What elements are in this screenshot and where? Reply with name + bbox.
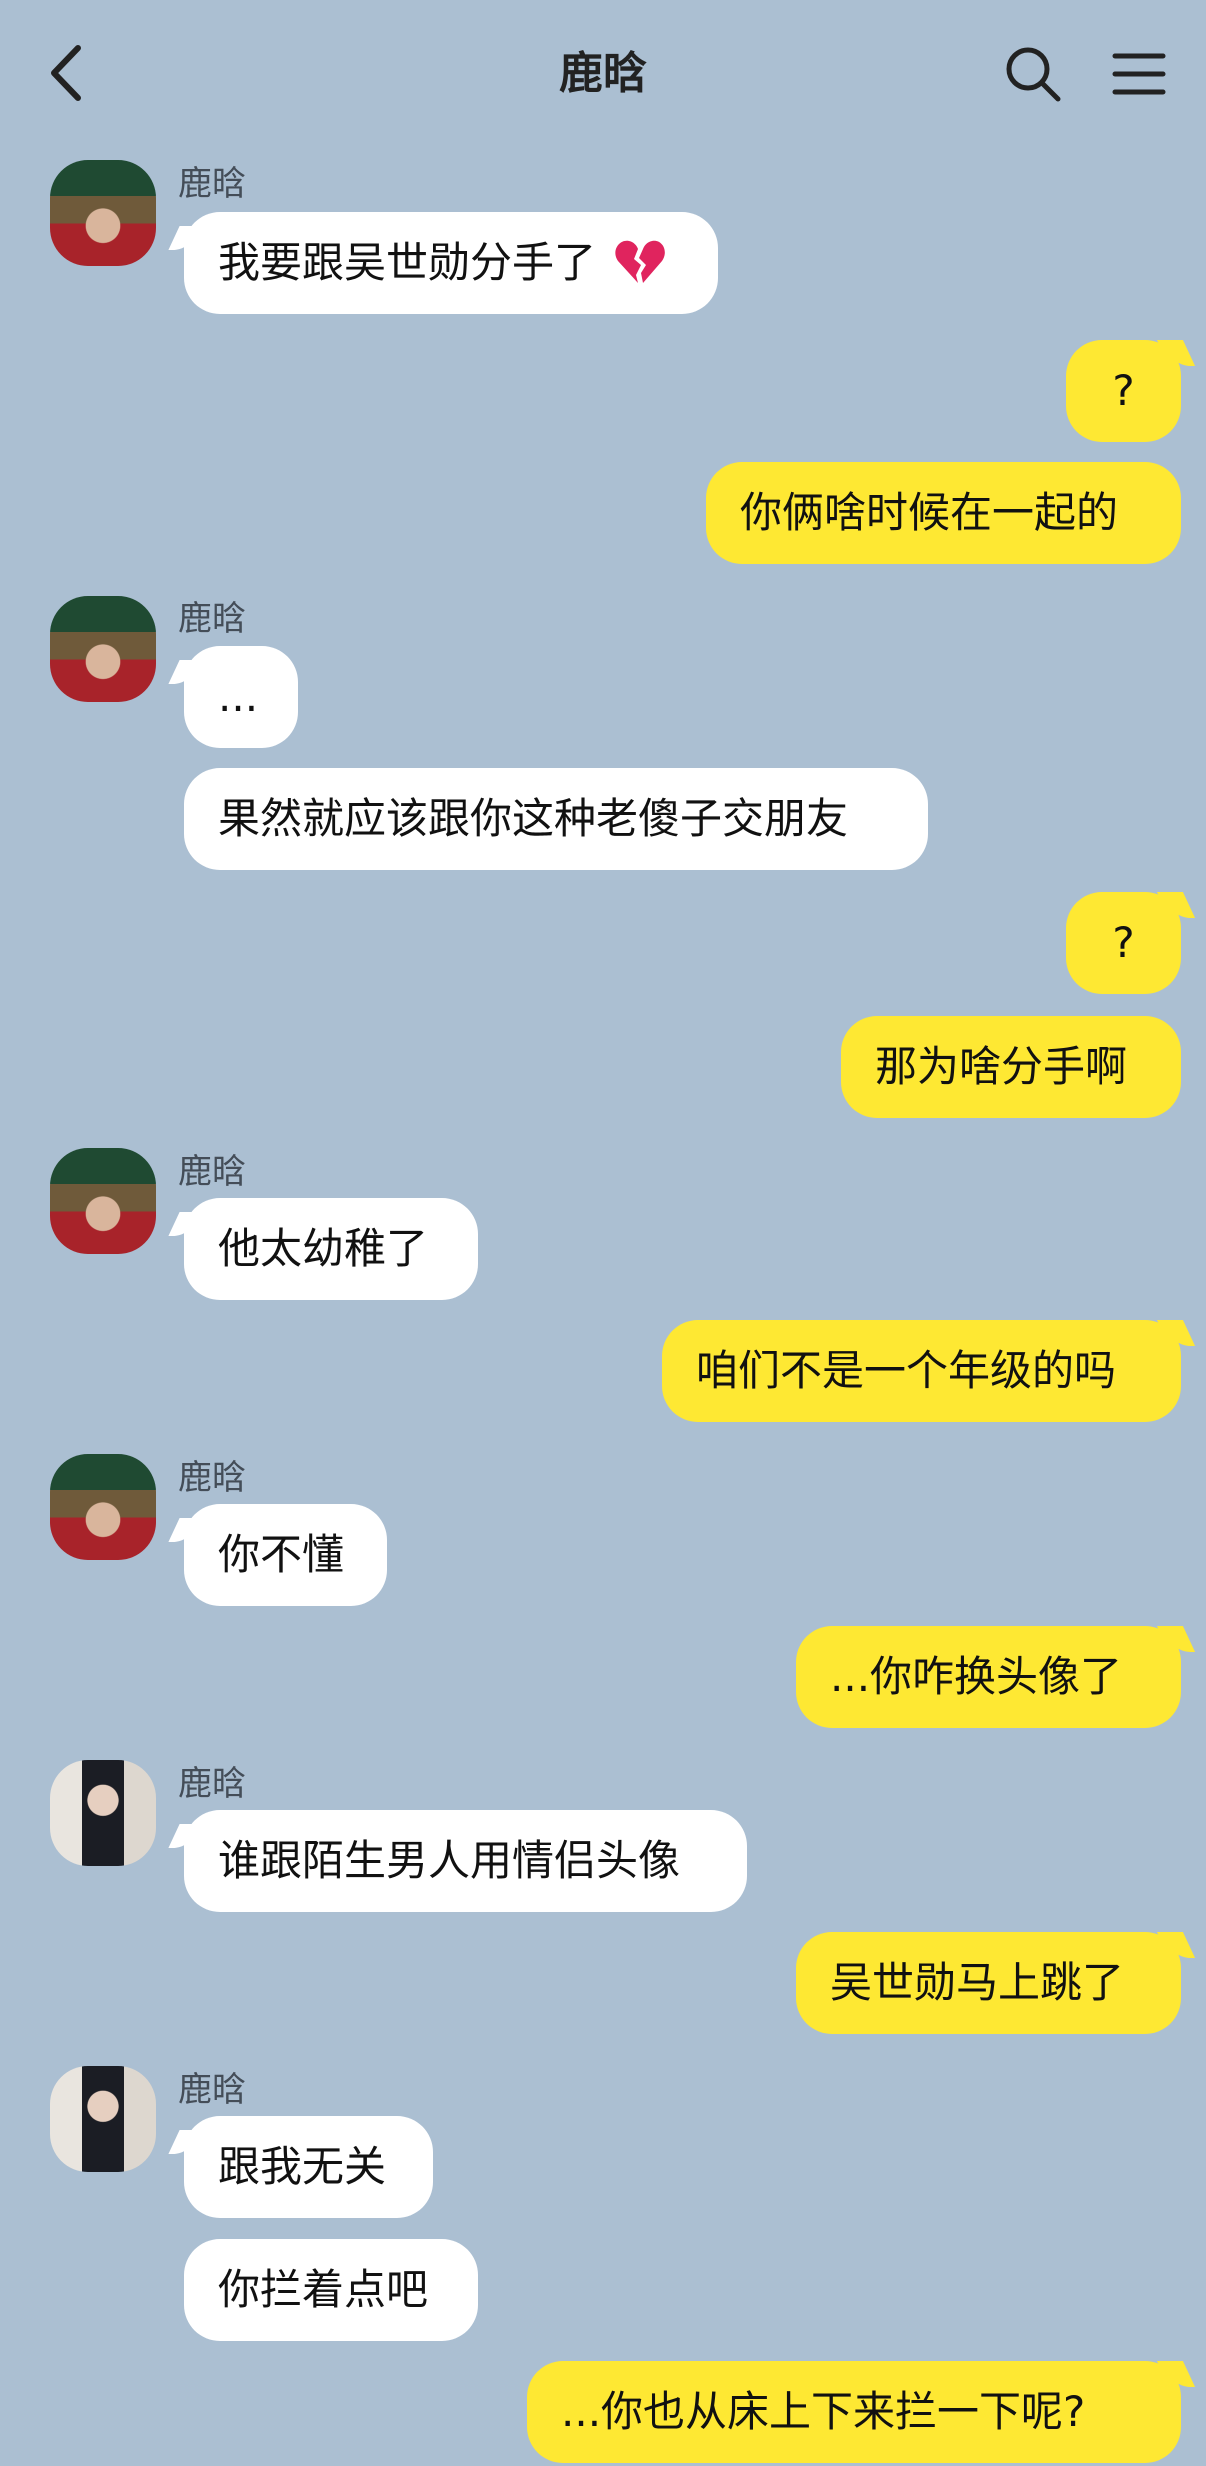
message-bubble-outgoing[interactable]: 那为啥分手啊 — [841, 1016, 1181, 1118]
sender-name: 鹿晗 — [178, 599, 246, 639]
menu-button[interactable] — [1112, 50, 1166, 98]
message-text: 谁跟陌生男人用情侣头像 — [218, 1836, 681, 1885]
message-text: 跟我无关 — [218, 2142, 387, 2191]
message-text: ? — [1112, 918, 1135, 967]
message-text: 吴世勋马上跳了 — [830, 1958, 1125, 2007]
sender-avatar[interactable] — [50, 1148, 156, 1254]
message-text: ... — [218, 672, 259, 721]
message-bubble-outgoing[interactable]: ...你也从床上下来拦一下呢? — [527, 2361, 1181, 2463]
chat-header: 鹿晗 — [0, 0, 1206, 150]
message-text: 你拦着点吧 — [218, 2265, 429, 2314]
message-bubble-outgoing[interactable]: 咱们不是一个年级的吗 — [662, 1320, 1181, 1422]
message-text: ...你咋换头像了 — [830, 1652, 1123, 1701]
message-text: 那为啥分手啊 — [875, 1042, 1128, 1091]
message-bubble-incoming[interactable]: 谁跟陌生男人用情侣头像 — [184, 1810, 747, 1912]
search-button[interactable] — [1003, 44, 1063, 104]
message-text: 我要跟吴世勋分手了 — [218, 238, 597, 287]
sender-avatar[interactable] — [50, 1760, 156, 1866]
message-text: 果然就应该跟你这种老傻子交朋友 — [218, 794, 849, 843]
search-icon — [1006, 47, 1061, 102]
sender-avatar[interactable] — [50, 596, 156, 702]
message-bubble-incoming[interactable]: 他太幼稚了 — [184, 1198, 478, 1300]
message-bubble-incoming[interactable]: 我要跟吴世勋分手了 — [184, 212, 718, 314]
sender-name: 鹿晗 — [178, 164, 246, 204]
broken-heart-icon — [615, 240, 666, 283]
sender-avatar[interactable] — [50, 1454, 156, 1560]
message-bubble-incoming[interactable]: 你不懂 — [184, 1504, 387, 1606]
message-text: 他太幼稚了 — [218, 1224, 429, 1273]
message-bubble-incoming[interactable]: 跟我无关 — [184, 2116, 433, 2218]
sender-avatar[interactable] — [50, 2066, 156, 2172]
message-bubble-outgoing[interactable]: ? — [1066, 892, 1181, 994]
message-text: ? — [1112, 366, 1135, 415]
message-text: 你不懂 — [218, 1530, 345, 1579]
sender-name: 鹿晗 — [178, 2070, 246, 2110]
message-bubble-outgoing[interactable]: 你俩啥时候在一起的 — [706, 462, 1181, 564]
message-text: 咱们不是一个年级的吗 — [696, 1346, 1117, 1395]
sender-name: 鹿晗 — [178, 1764, 246, 1804]
sender-avatar[interactable] — [50, 160, 156, 266]
message-text: ...你也从床上下来拦一下呢? — [561, 2387, 1086, 2436]
message-bubble-incoming[interactable]: 你拦着点吧 — [184, 2239, 478, 2341]
message-bubble-outgoing[interactable]: ...你咋换头像了 — [796, 1626, 1181, 1728]
menu-icon — [1112, 53, 1166, 95]
message-bubble-incoming[interactable]: 果然就应该跟你这种老傻子交朋友 — [184, 768, 928, 870]
sender-name: 鹿晗 — [178, 1152, 246, 1192]
sender-name: 鹿晗 — [178, 1458, 246, 1498]
message-bubble-incoming[interactable]: ... — [184, 646, 298, 748]
message-bubble-outgoing[interactable]: 吴世勋马上跳了 — [796, 1932, 1181, 2034]
message-bubble-outgoing[interactable]: ? — [1066, 340, 1181, 442]
message-text: 你俩啥时候在一起的 — [740, 488, 1119, 537]
